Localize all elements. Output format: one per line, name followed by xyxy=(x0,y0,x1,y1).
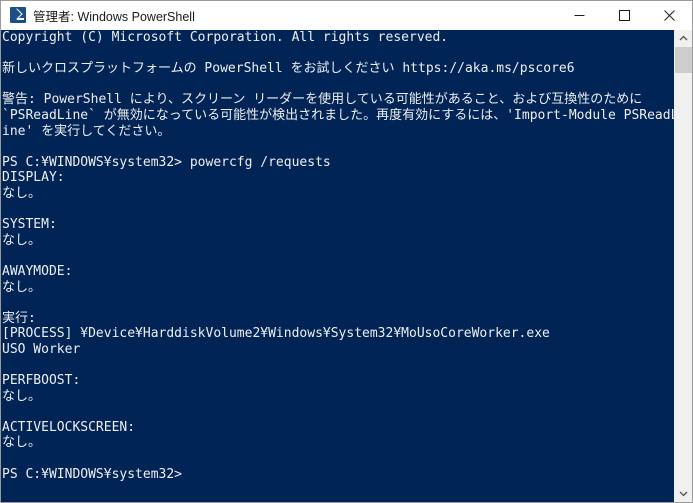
maximize-icon xyxy=(619,9,630,21)
close-button[interactable] xyxy=(647,1,692,29)
console-line: [PROCESS] ¥Device¥HarddiskVolume2¥Window… xyxy=(2,326,550,342)
window-controls xyxy=(557,1,692,29)
maximize-button[interactable] xyxy=(602,1,647,29)
console-line: PERFBOOST: xyxy=(2,373,81,389)
title-bar[interactable]: 管理者: Windows PowerShell xyxy=(1,1,692,30)
console-line: SYSTEM: xyxy=(2,217,57,233)
console-area: Copyright (C) Microsoft Corporation. All… xyxy=(1,30,692,502)
close-icon xyxy=(664,9,675,21)
vertical-scrollbar[interactable] xyxy=(674,30,692,502)
console-output[interactable]: Copyright (C) Microsoft Corporation. All… xyxy=(1,30,674,502)
minimize-button[interactable] xyxy=(557,1,602,29)
chevron-down-icon xyxy=(679,491,688,497)
console-line: 警告: PowerShell により、スクリーン リーダーを使用している可能性が… xyxy=(2,92,643,108)
console-line: PS C:¥WINDOWS¥system32> xyxy=(2,466,183,482)
console-line: USO Worker xyxy=(2,341,81,357)
console-line: 新しいクロスプラットフォームの PowerShell をお試しください http… xyxy=(2,61,575,77)
console-line: AWAYMODE: xyxy=(2,263,73,279)
console-line: Copyright (C) Microsoft Corporation. All… xyxy=(2,30,449,45)
console-line: なし。 xyxy=(2,279,42,295)
powershell-window: 管理者: Windows PowerShell Copyright (C) Mi… xyxy=(0,0,693,503)
console-line: 実行: xyxy=(2,310,36,326)
console-line: DISPLAY: xyxy=(2,170,65,186)
console-line: ACTIVELOCKSCREEN: xyxy=(2,419,136,435)
window-title: 管理者: Windows PowerShell xyxy=(33,9,195,24)
console-line: なし。 xyxy=(2,435,42,451)
console-line: PS C:¥WINDOWS¥system32> powercfg /reques… xyxy=(2,154,331,170)
powershell-prompt-icon[interactable] xyxy=(10,7,26,23)
console-line: なし。 xyxy=(2,185,42,201)
underscore-glyph xyxy=(17,18,24,20)
console-line: `PSReadLine` が無効になっている可能性が検出されました。再度有効にす… xyxy=(2,107,674,123)
console-line: なし。 xyxy=(2,388,42,404)
console-line: なし。 xyxy=(2,232,42,248)
scroll-down-button[interactable] xyxy=(675,485,692,502)
scrollbar-thumb[interactable] xyxy=(675,47,692,73)
scroll-up-button[interactable] xyxy=(675,30,692,47)
scrollbar-track[interactable] xyxy=(675,47,692,485)
minimize-icon xyxy=(574,14,585,16)
console-line: ine' を実行してください。 xyxy=(2,123,171,139)
chevron-up-icon xyxy=(679,35,688,41)
